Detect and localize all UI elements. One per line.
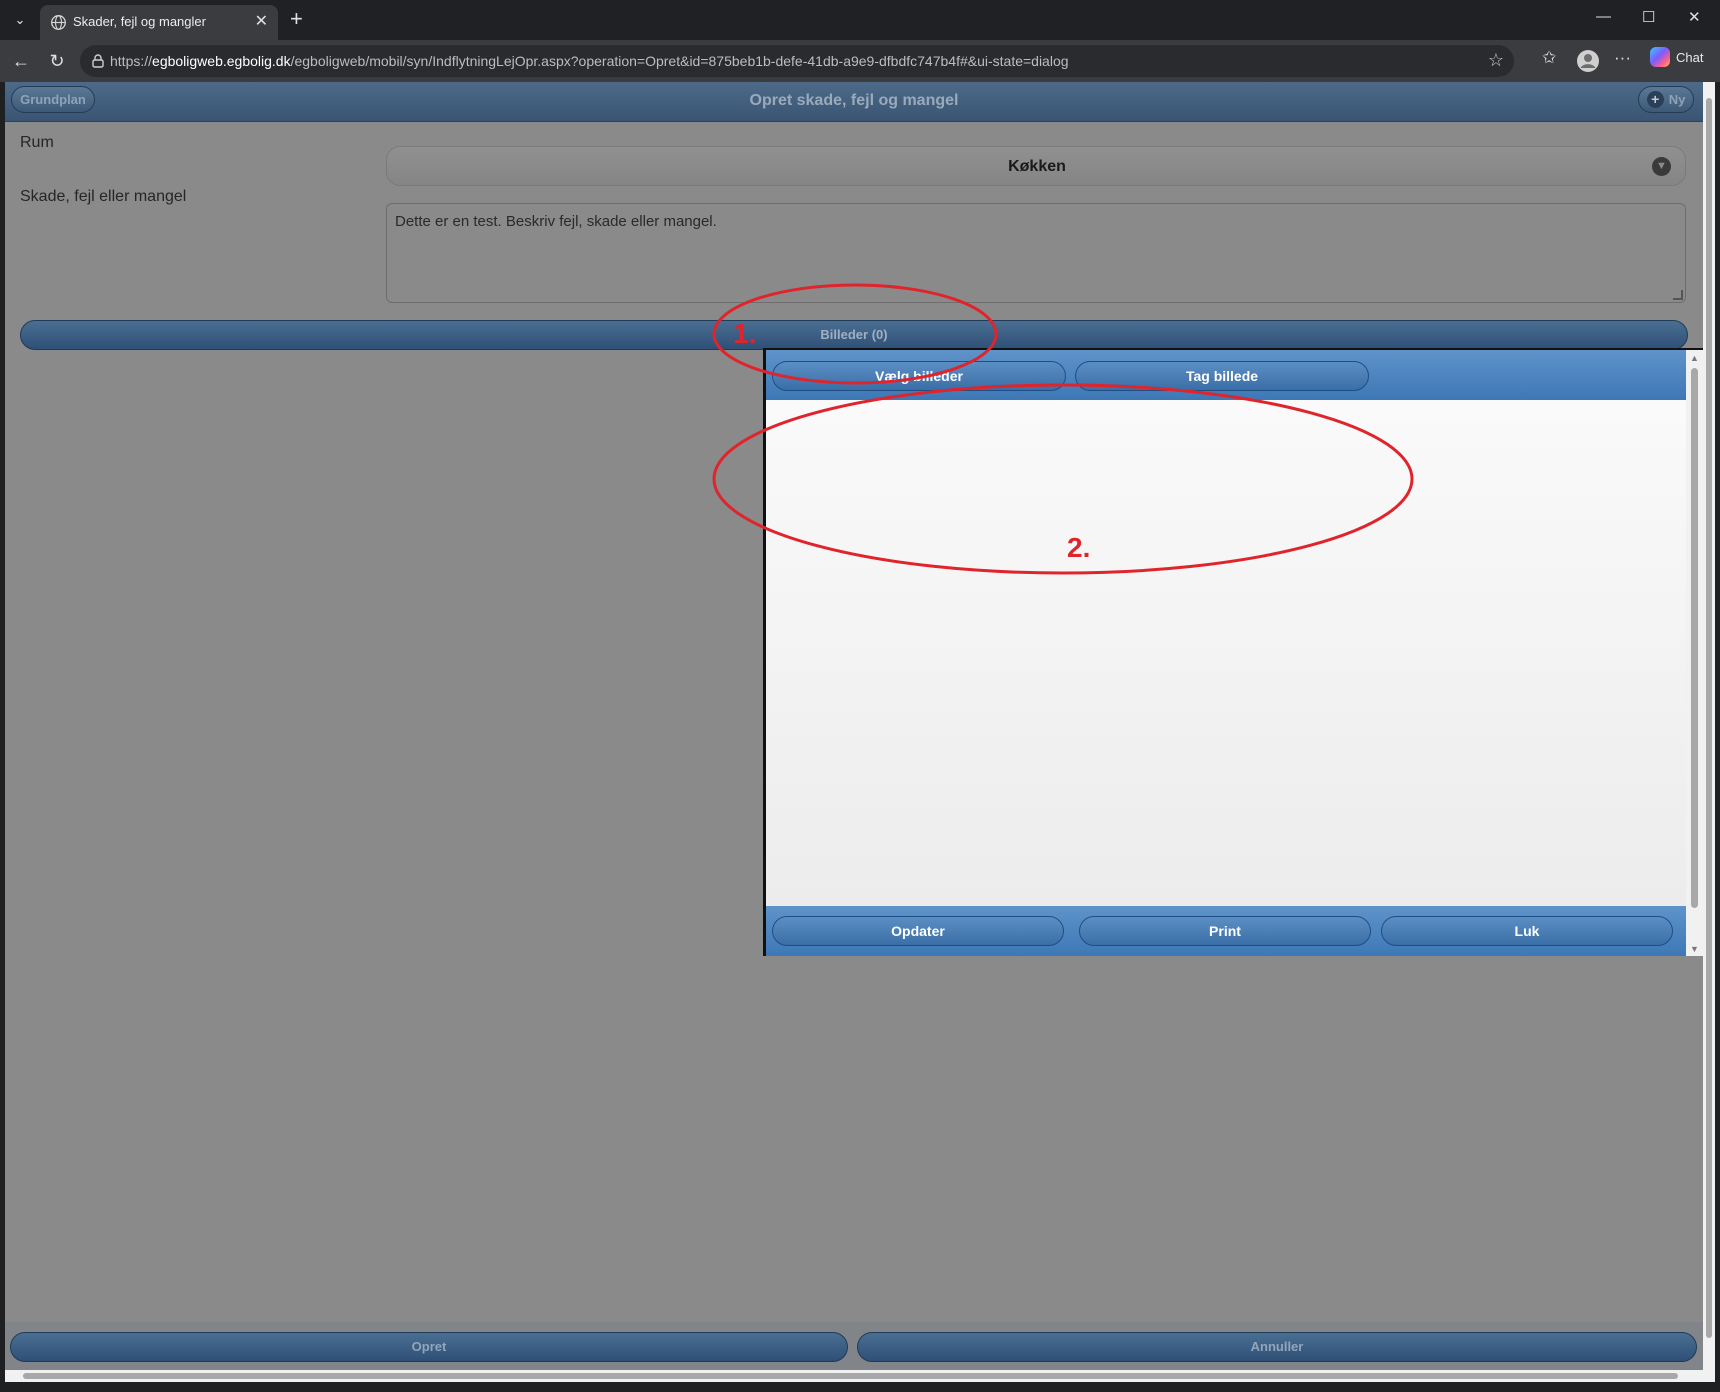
image-dialog: Vælg billeder Tag billede Opdater Print … <box>763 348 1703 956</box>
new-button[interactable]: + Ny <box>1638 86 1694 113</box>
back-icon[interactable]: ← <box>8 48 34 74</box>
annotation-mark-2: 2. <box>1067 532 1091 563</box>
resize-grip-icon[interactable] <box>1673 290 1683 300</box>
annotation-mark-1: 1. <box>733 318 757 349</box>
tab-title: Skader, fejl og mangler <box>73 14 206 29</box>
new-button-label: Ny <box>1668 92 1686 107</box>
image-gallery-area <box>766 400 1686 906</box>
update-button[interactable]: Opdater <box>772 916 1064 946</box>
scroll-down-icon[interactable]: ▼ <box>1690 944 1699 954</box>
address-bar: ← ↻ https://egboligweb.egbolig.dk/egboli… <box>0 40 1720 82</box>
choose-images-button[interactable]: Vælg billeder <box>772 361 1066 391</box>
maximize-icon[interactable]: ☐ <box>1642 8 1655 26</box>
scroll-up-icon[interactable]: ▲ <box>1690 353 1699 363</box>
scrollbar-thumb[interactable] <box>1691 368 1698 908</box>
room-label: Rum <box>20 134 54 151</box>
create-button[interactable]: Opret <box>10 1332 848 1362</box>
close-icon[interactable]: ✕ <box>255 11 268 31</box>
more-icon[interactable]: ··· <box>1614 48 1631 68</box>
browser-tab[interactable]: Skader, fejl og mangler ✕ <box>40 5 278 40</box>
chevron-down-icon: ▼ <box>1652 157 1671 176</box>
defect-textarea[interactable]: Dette er en test. Beskriv fejl, skade el… <box>386 203 1686 303</box>
url-field[interactable]: https://egboligweb.egbolig.dk/egboligweb… <box>80 45 1514 77</box>
page-title: Opret skade, fejl og mangel <box>749 92 959 109</box>
close-button[interactable]: Luk <box>1381 916 1673 946</box>
chat-button[interactable]: Chat <box>1650 47 1703 67</box>
dialog-toolbar: Vælg billeder Tag billede <box>766 350 1686 400</box>
tab-list-icon[interactable]: ⌄ <box>8 8 32 32</box>
chat-label: Chat <box>1676 49 1704 65</box>
tab-strip: ⌄ Skader, fejl og mangler ✕ + — ☐ ✕ <box>0 0 1720 40</box>
lock-icon[interactable] <box>90 53 106 69</box>
scrollbar-thumb[interactable] <box>23 1373 1678 1379</box>
browser-chrome: ⌄ Skader, fejl og mangler ✕ + — ☐ ✕ ← ↻ … <box>0 0 1720 82</box>
room-select-value: Køkken <box>1008 158 1066 175</box>
images-button[interactable]: Billeder (0) <box>20 320 1688 350</box>
globe-icon <box>51 15 66 30</box>
page-header: Grundplan Opret skade, fejl og mangel + … <box>5 82 1703 122</box>
defect-label: Skade, fejl eller mangel <box>20 188 187 205</box>
new-tab-icon[interactable]: + <box>290 6 303 32</box>
dialog-footer: Opdater Print Luk <box>766 906 1686 956</box>
dialog-scrollbar[interactable]: ▲ ▼ <box>1686 350 1703 956</box>
minimize-icon[interactable]: — <box>1596 8 1611 25</box>
star-icon[interactable]: ☆ <box>1488 50 1504 71</box>
reload-icon[interactable]: ↻ <box>44 48 70 74</box>
plus-icon: + <box>1646 91 1664 108</box>
window-close-icon[interactable]: ✕ <box>1688 8 1701 26</box>
print-button[interactable]: Print <box>1079 916 1371 946</box>
scrollbar-thumb[interactable] <box>1706 98 1712 1338</box>
page-vertical-scrollbar[interactable] <box>1703 82 1715 1382</box>
profile-icon[interactable] <box>1576 49 1600 73</box>
take-image-button[interactable]: Tag billede <box>1075 361 1369 391</box>
defect-text: Dette er en test. Beskriv fejl, skade el… <box>395 213 717 230</box>
favorites-icon[interactable]: ✩ <box>1542 48 1556 68</box>
copilot-icon <box>1650 47 1670 67</box>
page-horizontal-scrollbar[interactable] <box>5 1370 1703 1382</box>
url-text: https://egboligweb.egbolig.dk/egboligweb… <box>110 53 1069 69</box>
room-select[interactable]: Køkken ▼ <box>386 146 1686 186</box>
cancel-button[interactable]: Annuller <box>857 1332 1697 1362</box>
